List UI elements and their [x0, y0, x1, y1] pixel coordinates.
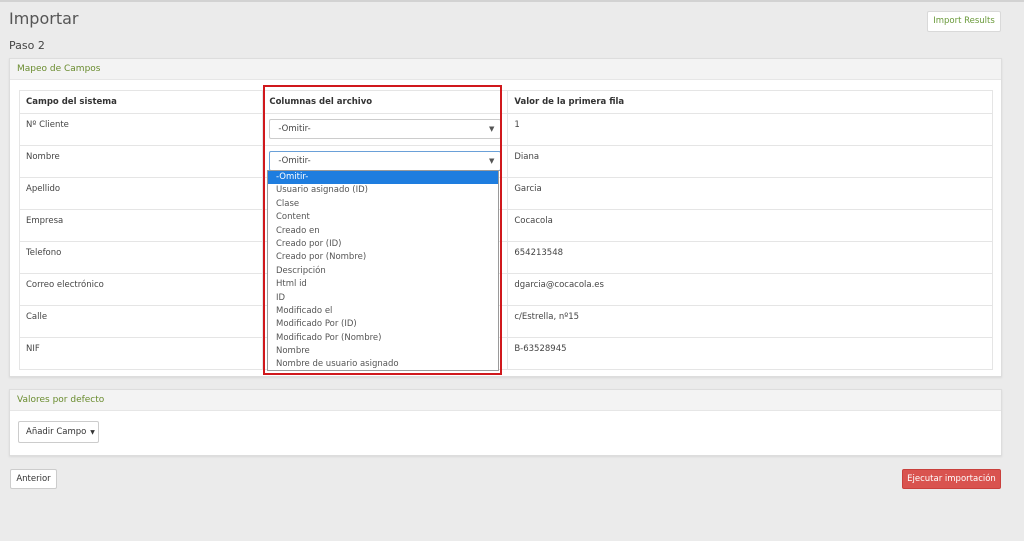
first-row-value-cell: B-63528945 — [507, 337, 993, 370]
column-header-first-row-value: Valor de la primera fila — [507, 90, 993, 114]
chevron-down-icon: ▼ — [488, 157, 495, 165]
system-field-cell: Telefono — [18, 241, 264, 274]
system-field-cell: Nombre — [18, 145, 264, 178]
dropdown-option[interactable]: Modificado el — [268, 305, 498, 318]
caret-down-icon: ▼ — [88, 429, 95, 436]
system-field-cell: Correo electrónico — [18, 273, 264, 306]
default-values-panel: Valores por defecto Añadir Campo ▼ — [9, 389, 1002, 456]
system-field-cell: Apellido — [18, 177, 264, 210]
dropdown-option[interactable]: ID — [268, 292, 498, 305]
table-header-row: Campo del sistema Columnas del archivo V… — [18, 90, 993, 114]
dropdown-option[interactable]: Content — [268, 211, 498, 224]
default-values-heading: Valores por defecto — [10, 390, 1001, 411]
system-field-cell: NIF — [18, 337, 264, 370]
column-header-system-field: Campo del sistema — [18, 90, 264, 114]
table-row: Apellido Garcia — [18, 177, 993, 210]
dropdown-option[interactable]: Html id — [268, 278, 498, 291]
select-value: -Omitir- — [278, 156, 311, 166]
field-mapping-heading: Mapeo de Campos — [10, 59, 1001, 80]
table-row: NIF B-63528945 — [18, 337, 993, 370]
file-column-select[interactable]: -Omitir- ▼ — [269, 119, 502, 139]
first-row-value-cell: 654213548 — [507, 241, 993, 274]
table-row: Empresa Cocacola — [18, 209, 993, 242]
system-field-cell: Nº Cliente — [18, 113, 264, 146]
system-field-cell: Calle — [18, 305, 264, 338]
field-mapping-table: Campo del sistema Columnas del archivo V… — [18, 90, 993, 370]
top-border — [0, 0, 1024, 2]
table-row: Telefono 654213548 — [18, 241, 993, 274]
dropdown-option[interactable]: Modificado Por (ID) — [268, 318, 498, 331]
previous-button[interactable]: Anterior — [10, 469, 57, 489]
column-header-file-column: Columnas del archivo — [262, 90, 509, 114]
table-row: Correo electrónico dgarcia@cocacola.es — [18, 273, 993, 306]
file-column-select-open[interactable]: -Omitir- ▼ — [269, 151, 502, 171]
run-import-button[interactable]: Ejecutar importación — [902, 469, 1001, 489]
select-value: -Omitir- — [278, 124, 311, 134]
table-row: Nombre -Omitir- ▼ Diana — [18, 145, 993, 178]
first-row-value-cell: Diana — [507, 145, 993, 178]
first-row-value-cell: c/Estrella, nº15 — [507, 305, 993, 338]
dropdown-option[interactable]: Nombre de usuario asignado — [268, 358, 498, 370]
step-label: Paso 2 — [9, 39, 45, 52]
system-field-cell: Empresa — [18, 209, 264, 242]
import-results-button[interactable]: Import Results — [927, 11, 1001, 32]
dropdown-option[interactable]: -Omitir- — [268, 171, 498, 185]
dropdown-option[interactable]: Clase — [268, 198, 498, 211]
table-row: Calle c/Estrella, nº15 — [18, 305, 993, 338]
dropdown-option[interactable]: Creado por (Nombre) — [268, 251, 498, 264]
add-field-label: Añadir Campo — [26, 427, 87, 437]
file-column-dropdown-list: -Omitir- Usuario asignado (ID) Clase Conten… — [267, 170, 499, 371]
chevron-down-icon: ▼ — [488, 125, 495, 133]
first-row-value-cell: Cocacola — [507, 209, 993, 242]
dropdown-option[interactable]: Creado por (ID) — [268, 238, 498, 251]
first-row-value-cell: dgarcia@cocacola.es — [507, 273, 993, 306]
file-column-cell: -Omitir- ▼ — [262, 113, 509, 146]
field-mapping-panel: Mapeo de Campos Campo del sistema Column… — [9, 58, 1002, 377]
dropdown-option[interactable]: Usuario asignado (ID) — [268, 184, 498, 197]
dropdown-option[interactable]: Nombre — [268, 345, 498, 358]
dropdown-option[interactable]: Modificado Por (Nombre) — [268, 332, 498, 345]
first-row-value-cell: 1 — [507, 113, 993, 146]
first-row-value-cell: Garcia — [507, 177, 993, 210]
dropdown-option[interactable]: Creado en — [268, 225, 498, 238]
table-row: Nº Cliente -Omitir- ▼ 1 — [18, 113, 993, 146]
add-field-button[interactable]: Añadir Campo ▼ — [18, 421, 99, 443]
page-title: Importar — [9, 9, 79, 28]
dropdown-option[interactable]: Descripción — [268, 265, 498, 278]
